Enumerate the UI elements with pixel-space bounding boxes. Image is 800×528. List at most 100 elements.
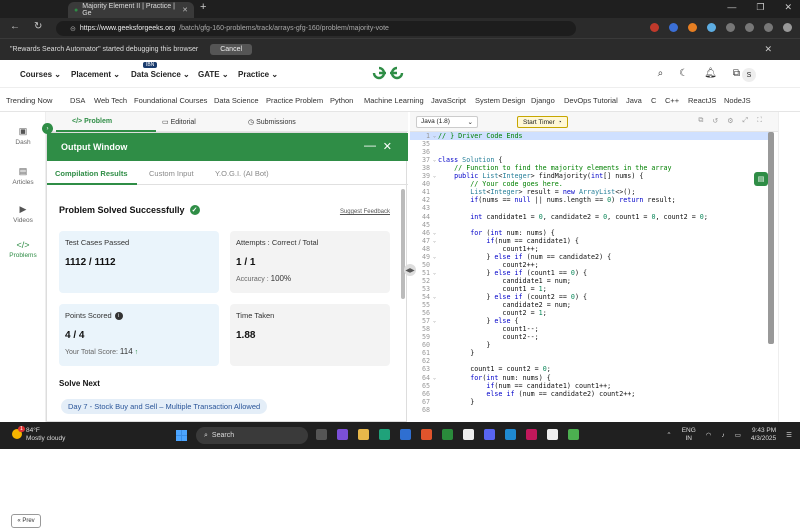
- topic-link[interactable]: C++: [665, 96, 679, 105]
- tab-submissions[interactable]: ◷ Submissions: [248, 118, 296, 126]
- xbox-icon[interactable]: [442, 429, 453, 440]
- code-line[interactable]: 47 ⌄ if(num == candidate1) {: [410, 237, 770, 245]
- topic-link[interactable]: JavaScript: [431, 96, 466, 105]
- topic-link[interactable]: Web Tech: [94, 96, 127, 105]
- code-line[interactable]: 43: [410, 204, 770, 212]
- tab-problem[interactable]: </> Problem: [72, 118, 112, 125]
- translate-icon[interactable]: ⧉: [733, 68, 740, 79]
- tab-editorial[interactable]: ▭ Editorial: [162, 118, 196, 126]
- extension-icon[interactable]: [726, 23, 735, 32]
- code-line[interactable]: 48 count1++;: [410, 245, 770, 253]
- topic-link[interactable]: Java: [626, 96, 642, 105]
- code-line[interactable]: 54 ⌄ } else if (count2 == 0) {: [410, 293, 770, 301]
- code-line[interactable]: 65 if(num == candidate1) count1++;: [410, 382, 770, 390]
- menu-courses[interactable]: Courses ⌄: [20, 70, 61, 79]
- fold-arrow-icon[interactable]: ⌄: [433, 156, 436, 164]
- fullscreen-icon[interactable]: ⤢: [742, 117, 748, 125]
- start-timer-button[interactable]: Start Timer ◔: [517, 116, 568, 128]
- suggest-feedback-link[interactable]: Suggest Feedback: [340, 209, 390, 215]
- cancel-button[interactable]: Cancel: [210, 44, 253, 55]
- language-indicator[interactable]: ENG IN: [682, 427, 696, 443]
- fold-arrow-icon[interactable]: ⌄: [433, 317, 436, 325]
- reset-icon[interactable]: ↺: [712, 117, 718, 125]
- settings-icon[interactable]: ⚙: [727, 117, 733, 125]
- menu-gate[interactable]: GATE ⌄: [198, 70, 229, 79]
- extension-icon[interactable]: [669, 23, 678, 32]
- fold-arrow-icon[interactable]: ⌄: [433, 229, 436, 237]
- close-tab-icon[interactable]: ✕: [182, 6, 188, 14]
- fold-arrow-icon[interactable]: ⌄: [433, 132, 436, 140]
- code-line[interactable]: 64 ⌄ for(int num: nums) {: [410, 374, 770, 382]
- editor-scrollbar[interactable]: [768, 132, 774, 344]
- code-line[interactable]: 56 count2 = 1;: [410, 309, 770, 317]
- code-line[interactable]: 51 ⌄ } else if (count1 == 0) {: [410, 269, 770, 277]
- code-line[interactable]: 66 else if (num == candidate2) count2++;: [410, 390, 770, 398]
- menu-data-science[interactable]: Data Science ⌄: [131, 70, 190, 79]
- gfg-logo[interactable]: [372, 66, 404, 85]
- app-icon[interactable]: [526, 429, 537, 440]
- code-line[interactable]: 45: [410, 221, 770, 229]
- maximize-icon[interactable]: ❐: [756, 2, 764, 13]
- topic-link[interactable]: Trending Now: [6, 96, 52, 105]
- tab-yogi-ai-bot[interactable]: Y.O.G.I. (AI Bot): [215, 169, 269, 178]
- chrome-icon[interactable]: [568, 429, 579, 440]
- fold-arrow-icon[interactable]: ⌄: [433, 237, 436, 245]
- code-line[interactable]: 61 }: [410, 349, 770, 357]
- code-line[interactable]: 35: [410, 140, 770, 148]
- app-icon[interactable]: [400, 429, 411, 440]
- refresh-icon[interactable]: ↻: [34, 21, 42, 32]
- notification-icon[interactable]: ☰: [786, 431, 792, 439]
- code-line[interactable]: 42 if(nums == null || nums.length == 0) …: [410, 196, 770, 204]
- discord-icon[interactable]: [484, 429, 495, 440]
- code-line[interactable]: 40 // Your code goes here.: [410, 180, 770, 188]
- code-line[interactable]: 38 // Function to find the majority elem…: [410, 164, 770, 172]
- url-input[interactable]: ⊝ https://www.geeksforgeeks.org/batch/gf…: [56, 21, 576, 36]
- wifi-icon[interactable]: ◠: [706, 431, 712, 439]
- app-icon[interactable]: [316, 429, 327, 440]
- prev-button[interactable]: « Prev: [11, 514, 41, 528]
- code-line[interactable]: 36: [410, 148, 770, 156]
- code-line[interactable]: 58 count1--;: [410, 325, 770, 333]
- output-scrollbar[interactable]: [401, 189, 405, 299]
- clock[interactable]: 9:43 PM 4/3/2025: [751, 427, 776, 443]
- fold-arrow-icon[interactable]: ⌄: [433, 293, 436, 301]
- browser-tab[interactable]: ● Majority Element II | Practice | Ge ✕: [68, 2, 194, 18]
- extension-icon[interactable]: [764, 23, 773, 32]
- tab-custom-input[interactable]: Custom Input: [149, 169, 194, 178]
- solve-next-button[interactable]: Day 7 - Stock Buy and Sell – Multiple Tr…: [61, 399, 268, 414]
- copy-icon[interactable]: ⧉: [698, 117, 703, 125]
- fold-arrow-icon[interactable]: ⌄: [433, 269, 436, 277]
- fold-arrow-icon[interactable]: ⌄: [433, 374, 436, 382]
- close-window-icon[interactable]: ✕: [784, 2, 792, 13]
- code-line[interactable]: 37 ⌄ class Solution {: [410, 156, 770, 164]
- sidebar-item-articles[interactable]: ▤ Articles: [0, 166, 46, 186]
- expand-icon[interactable]: ›: [42, 123, 53, 134]
- close-panel-icon[interactable]: ✕: [383, 140, 392, 153]
- expand-icon[interactable]: ⛶: [757, 117, 762, 125]
- minimize-panel-icon[interactable]: —: [364, 138, 376, 152]
- topic-link[interactable]: Python: [330, 96, 353, 105]
- edge-browser-icon[interactable]: [379, 429, 390, 440]
- bell-icon[interactable]: 🔔︎: [704, 68, 717, 79]
- topic-link[interactable]: DevOps Tutorial: [564, 96, 618, 105]
- brave-browser-icon[interactable]: [421, 429, 432, 440]
- code-line[interactable]: 44 int candidate1 = 0, candidate2 = 0, c…: [410, 213, 770, 221]
- notion-icon[interactable]: [547, 429, 558, 440]
- topic-link[interactable]: Practice Problem: [266, 96, 323, 105]
- weather-widget[interactable]: 84°F Mostly cloudy: [26, 427, 65, 443]
- resize-handle-icon[interactable]: ◀▶: [404, 264, 416, 276]
- topic-link[interactable]: Django: [531, 96, 555, 105]
- sidebar-item-videos[interactable]: ▶ Videos: [0, 204, 46, 224]
- close-infobar-icon[interactable]: ✕: [764, 44, 772, 55]
- battery-icon[interactable]: ▭: [735, 431, 741, 439]
- app-icon[interactable]: [337, 429, 348, 440]
- minimize-icon[interactable]: —: [727, 2, 736, 13]
- topic-link[interactable]: ReactJS: [688, 96, 716, 105]
- vscode-icon[interactable]: [505, 429, 516, 440]
- code-line[interactable]: 46 ⌄ for (int num: nums) {: [410, 229, 770, 237]
- code-line[interactable]: 41 List<Integer> result = new ArrayList<…: [410, 188, 770, 196]
- site-info-icon[interactable]: ⊝: [70, 25, 76, 33]
- code-line[interactable]: 53 count1 = 1;: [410, 285, 770, 293]
- menu-practice[interactable]: Practice ⌄: [238, 70, 278, 79]
- code-line[interactable]: 62: [410, 357, 770, 365]
